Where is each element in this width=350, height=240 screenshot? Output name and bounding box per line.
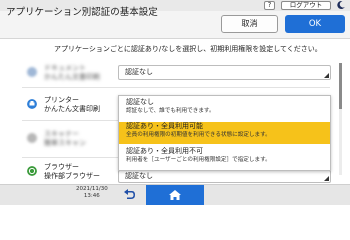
logout-button[interactable]: ログアウト bbox=[281, 1, 331, 10]
scrollbar-thumb[interactable] bbox=[339, 63, 342, 109]
select-corner-icon bbox=[324, 73, 329, 78]
auth-select[interactable]: 認証なし bbox=[118, 65, 331, 80]
home-icon bbox=[169, 190, 181, 200]
select-corner-icon bbox=[324, 176, 329, 181]
row-divider bbox=[22, 87, 330, 88]
auth-select-value: 認証なし bbox=[125, 172, 153, 180]
printer-label: プリンター かんたん文書印刷 bbox=[44, 96, 100, 113]
cancel-button[interactable]: 取消 bbox=[221, 15, 278, 33]
app-icon bbox=[27, 67, 37, 77]
home-button[interactable] bbox=[146, 185, 204, 205]
date-time: 2021/11/30 13:46 bbox=[76, 186, 108, 199]
help-button[interactable]: ? bbox=[264, 1, 275, 10]
auth-select[interactable]: 認証なし bbox=[118, 170, 331, 183]
printer-icon bbox=[27, 99, 37, 109]
option-auth-all-allowed[interactable]: 認証あり・全員利用可能 全員の利用権限の初期値を利用できる状態に設定します。 bbox=[119, 122, 330, 144]
app-icon bbox=[27, 133, 37, 143]
auth-select-value: 認証なし bbox=[125, 68, 153, 76]
ok-button[interactable]: OK bbox=[285, 15, 345, 33]
app-label: スキャナー 簡単スキャン bbox=[44, 130, 86, 147]
instruction-text: アプリケーションごとに認証あり/なしを選択し、初期利用権限を設定してください。 bbox=[54, 45, 322, 53]
option-no-auth[interactable]: 認証なし 認証なしで、誰でも利用できます。 bbox=[119, 98, 330, 120]
browser-label: ブラウザー 操作部ブラウザー bbox=[44, 163, 100, 180]
browser-icon bbox=[27, 166, 37, 176]
app-label: ドキュメント かんたん文書印刷 bbox=[44, 64, 100, 81]
page-title: アプリケーション別認証の基本設定 bbox=[6, 7, 158, 18]
back-arrow-icon[interactable] bbox=[121, 188, 137, 200]
auth-dropdown-list: 認証なし 認証なしで、誰でも利用できます。 認証あり・全員利用可能 全員の利用権… bbox=[118, 95, 331, 171]
moon-icon[interactable] bbox=[336, 0, 346, 10]
option-auth-all-denied[interactable]: 認証あり・全員利用不可 利用者を［ユーザーごとの利用権限設定］で指定します。 bbox=[119, 147, 330, 169]
